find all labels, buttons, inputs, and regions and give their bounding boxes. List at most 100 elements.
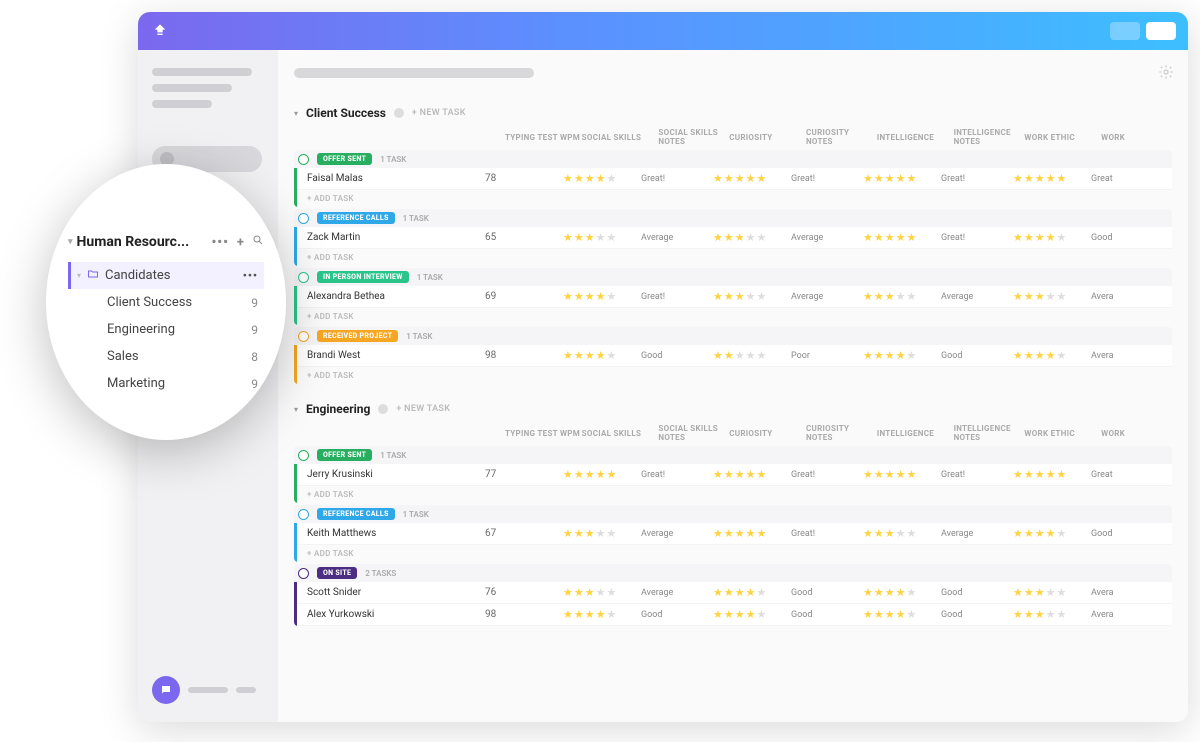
add-task-button[interactable]: + ADD TASK: [297, 190, 1172, 207]
star-icon: ★: [896, 587, 906, 598]
candidate-name: Brandi West: [307, 350, 485, 361]
more-icon[interactable]: •••: [243, 269, 258, 282]
rating-stars[interactable]: ★★★★★: [863, 469, 941, 480]
group-header[interactable]: ▾ Client Success + NEW TASK: [294, 106, 1172, 120]
star-icon: ★: [735, 469, 745, 480]
table-row[interactable]: Faisal Malas78★★★★★Great!★★★★★Great!★★★★…: [297, 168, 1172, 190]
rating-note: Good: [641, 610, 713, 620]
folder-item-candidates[interactable]: ▾ Candidates •••: [68, 262, 264, 289]
rating-stars[interactable]: ★★★★★: [713, 528, 791, 539]
plus-icon[interactable]: +: [237, 235, 244, 250]
star-icon: ★: [585, 587, 595, 598]
rating-stars[interactable]: ★★★★★: [563, 173, 641, 184]
rating-stars[interactable]: ★★★★★: [863, 232, 941, 243]
list-item-marketing[interactable]: Marketing9: [68, 370, 264, 397]
table-row[interactable]: Brandi West98★★★★★Good★★★★★Poor★★★★★Good…: [297, 345, 1172, 367]
column-header: CURIOSITY: [729, 133, 806, 142]
star-icon: ★: [574, 528, 584, 539]
rating-stars[interactable]: ★★★★★: [1013, 350, 1091, 361]
rating-stars[interactable]: ★★★★★: [1013, 469, 1091, 480]
rating-stars[interactable]: ★★★★★: [1013, 232, 1091, 243]
rating-stars[interactable]: ★★★★★: [1013, 173, 1091, 184]
info-icon[interactable]: [378, 404, 388, 414]
table-row[interactable]: Keith Matthews67★★★★★Average★★★★★Great!★…: [297, 523, 1172, 545]
star-icon: ★: [885, 587, 895, 598]
more-icon[interactable]: •••: [211, 235, 228, 250]
rating-stars[interactable]: ★★★★★: [713, 609, 791, 620]
rating-stars[interactable]: ★★★★★: [1013, 291, 1091, 302]
star-icon: ★: [896, 469, 906, 480]
info-icon[interactable]: [394, 108, 404, 118]
star-icon: ★: [885, 232, 895, 243]
star-icon: ★: [563, 232, 573, 243]
star-icon: ★: [874, 587, 884, 598]
add-task-button[interactable]: + ADD TASK: [297, 308, 1172, 325]
rating-stars[interactable]: ★★★★★: [1013, 609, 1091, 620]
rating-note: Average: [641, 233, 713, 243]
table-row[interactable]: Jerry Krusinski77★★★★★Great!★★★★★Great!★…: [297, 464, 1172, 486]
add-task-button[interactable]: + ADD TASK: [297, 486, 1172, 503]
new-task-button[interactable]: + NEW TASK: [412, 108, 466, 118]
rating-stars[interactable]: ★★★★★: [713, 173, 791, 184]
rating-stars[interactable]: ★★★★★: [563, 350, 641, 361]
list-item-engineering[interactable]: Engineering9: [68, 316, 264, 343]
chat-fab-icon[interactable]: [152, 676, 180, 704]
rating-stars[interactable]: ★★★★★: [713, 469, 791, 480]
star-icon: ★: [724, 469, 734, 480]
rating-stars[interactable]: ★★★★★: [563, 587, 641, 598]
rating-stars[interactable]: ★★★★★: [713, 587, 791, 598]
rating-stars[interactable]: ★★★★★: [713, 291, 791, 302]
add-task-button[interactable]: + ADD TASK: [297, 367, 1172, 384]
status-header[interactable]: IN PERSON INTERVIEW 1 TASK: [294, 268, 1172, 286]
star-icon: ★: [746, 528, 756, 539]
rating-stars[interactable]: ★★★★★: [1013, 587, 1091, 598]
add-task-button[interactable]: + ADD TASK: [297, 545, 1172, 562]
chevron-down-icon: ▾: [294, 109, 298, 118]
rating-stars[interactable]: ★★★★★: [563, 232, 641, 243]
table-row[interactable]: Alex Yurkowski98★★★★★Good★★★★★Good★★★★★G…: [297, 604, 1172, 626]
add-task-button[interactable]: + ADD TASK: [297, 249, 1172, 266]
rating-stars[interactable]: ★★★★★: [563, 528, 641, 539]
gear-icon[interactable]: [1158, 64, 1174, 84]
typing-wpm: 67: [485, 528, 563, 539]
star-icon: ★: [1013, 173, 1023, 184]
rating-stars[interactable]: ★★★★★: [863, 609, 941, 620]
status-header[interactable]: OFFER SENT 1 TASK: [294, 446, 1172, 464]
header-control-2[interactable]: [1146, 22, 1176, 40]
typing-wpm: 76: [485, 587, 563, 598]
rating-stars[interactable]: ★★★★★: [1013, 528, 1091, 539]
rating-stars[interactable]: ★★★★★: [563, 291, 641, 302]
task-rows: Zack Martin65★★★★★Average★★★★★Average★★★…: [294, 227, 1172, 266]
star-icon: ★: [563, 350, 573, 361]
status-header[interactable]: REFERENCE CALLS 1 TASK: [294, 209, 1172, 227]
table-row[interactable]: Alexandra Bethea69★★★★★Great!★★★★★Averag…: [297, 286, 1172, 308]
logo-icon: [150, 21, 170, 41]
header-control-1[interactable]: [1110, 22, 1140, 40]
star-icon: ★: [585, 528, 595, 539]
status-header[interactable]: OFFER SENT 1 TASK: [294, 150, 1172, 168]
table-row[interactable]: Scott Snider76★★★★★Average★★★★★Good★★★★★…: [297, 582, 1172, 604]
list-item-client-success[interactable]: Client Success9: [68, 289, 264, 316]
new-task-button[interactable]: + NEW TASK: [396, 404, 450, 414]
star-icon: ★: [1024, 350, 1034, 361]
rating-stars[interactable]: ★★★★★: [863, 587, 941, 598]
list-item-sales[interactable]: Sales8: [68, 343, 264, 370]
status-header[interactable]: ON SITE 2 TASKS: [294, 564, 1172, 582]
rating-stars[interactable]: ★★★★★: [563, 609, 641, 620]
rating-stars[interactable]: ★★★★★: [863, 528, 941, 539]
star-icon: ★: [596, 350, 606, 361]
rating-stars[interactable]: ★★★★★: [713, 232, 791, 243]
status-header[interactable]: RECEIVED PROJECT 1 TASK: [294, 327, 1172, 345]
rating-stars[interactable]: ★★★★★: [863, 350, 941, 361]
rating-stars[interactable]: ★★★★★: [713, 350, 791, 361]
rating-stars[interactable]: ★★★★★: [563, 469, 641, 480]
table-row[interactable]: Zack Martin65★★★★★Average★★★★★Average★★★…: [297, 227, 1172, 249]
group-header[interactable]: ▾ Engineering + NEW TASK: [294, 402, 1172, 416]
space-header[interactable]: ▾ Human Resourc... ••• +: [68, 234, 264, 250]
task-count: 1 TASK: [380, 451, 406, 460]
search-icon[interactable]: [252, 234, 264, 250]
rating-stars[interactable]: ★★★★★: [863, 291, 941, 302]
status-header[interactable]: REFERENCE CALLS 1 TASK: [294, 505, 1172, 523]
rating-stars[interactable]: ★★★★★: [863, 173, 941, 184]
star-icon: ★: [735, 528, 745, 539]
